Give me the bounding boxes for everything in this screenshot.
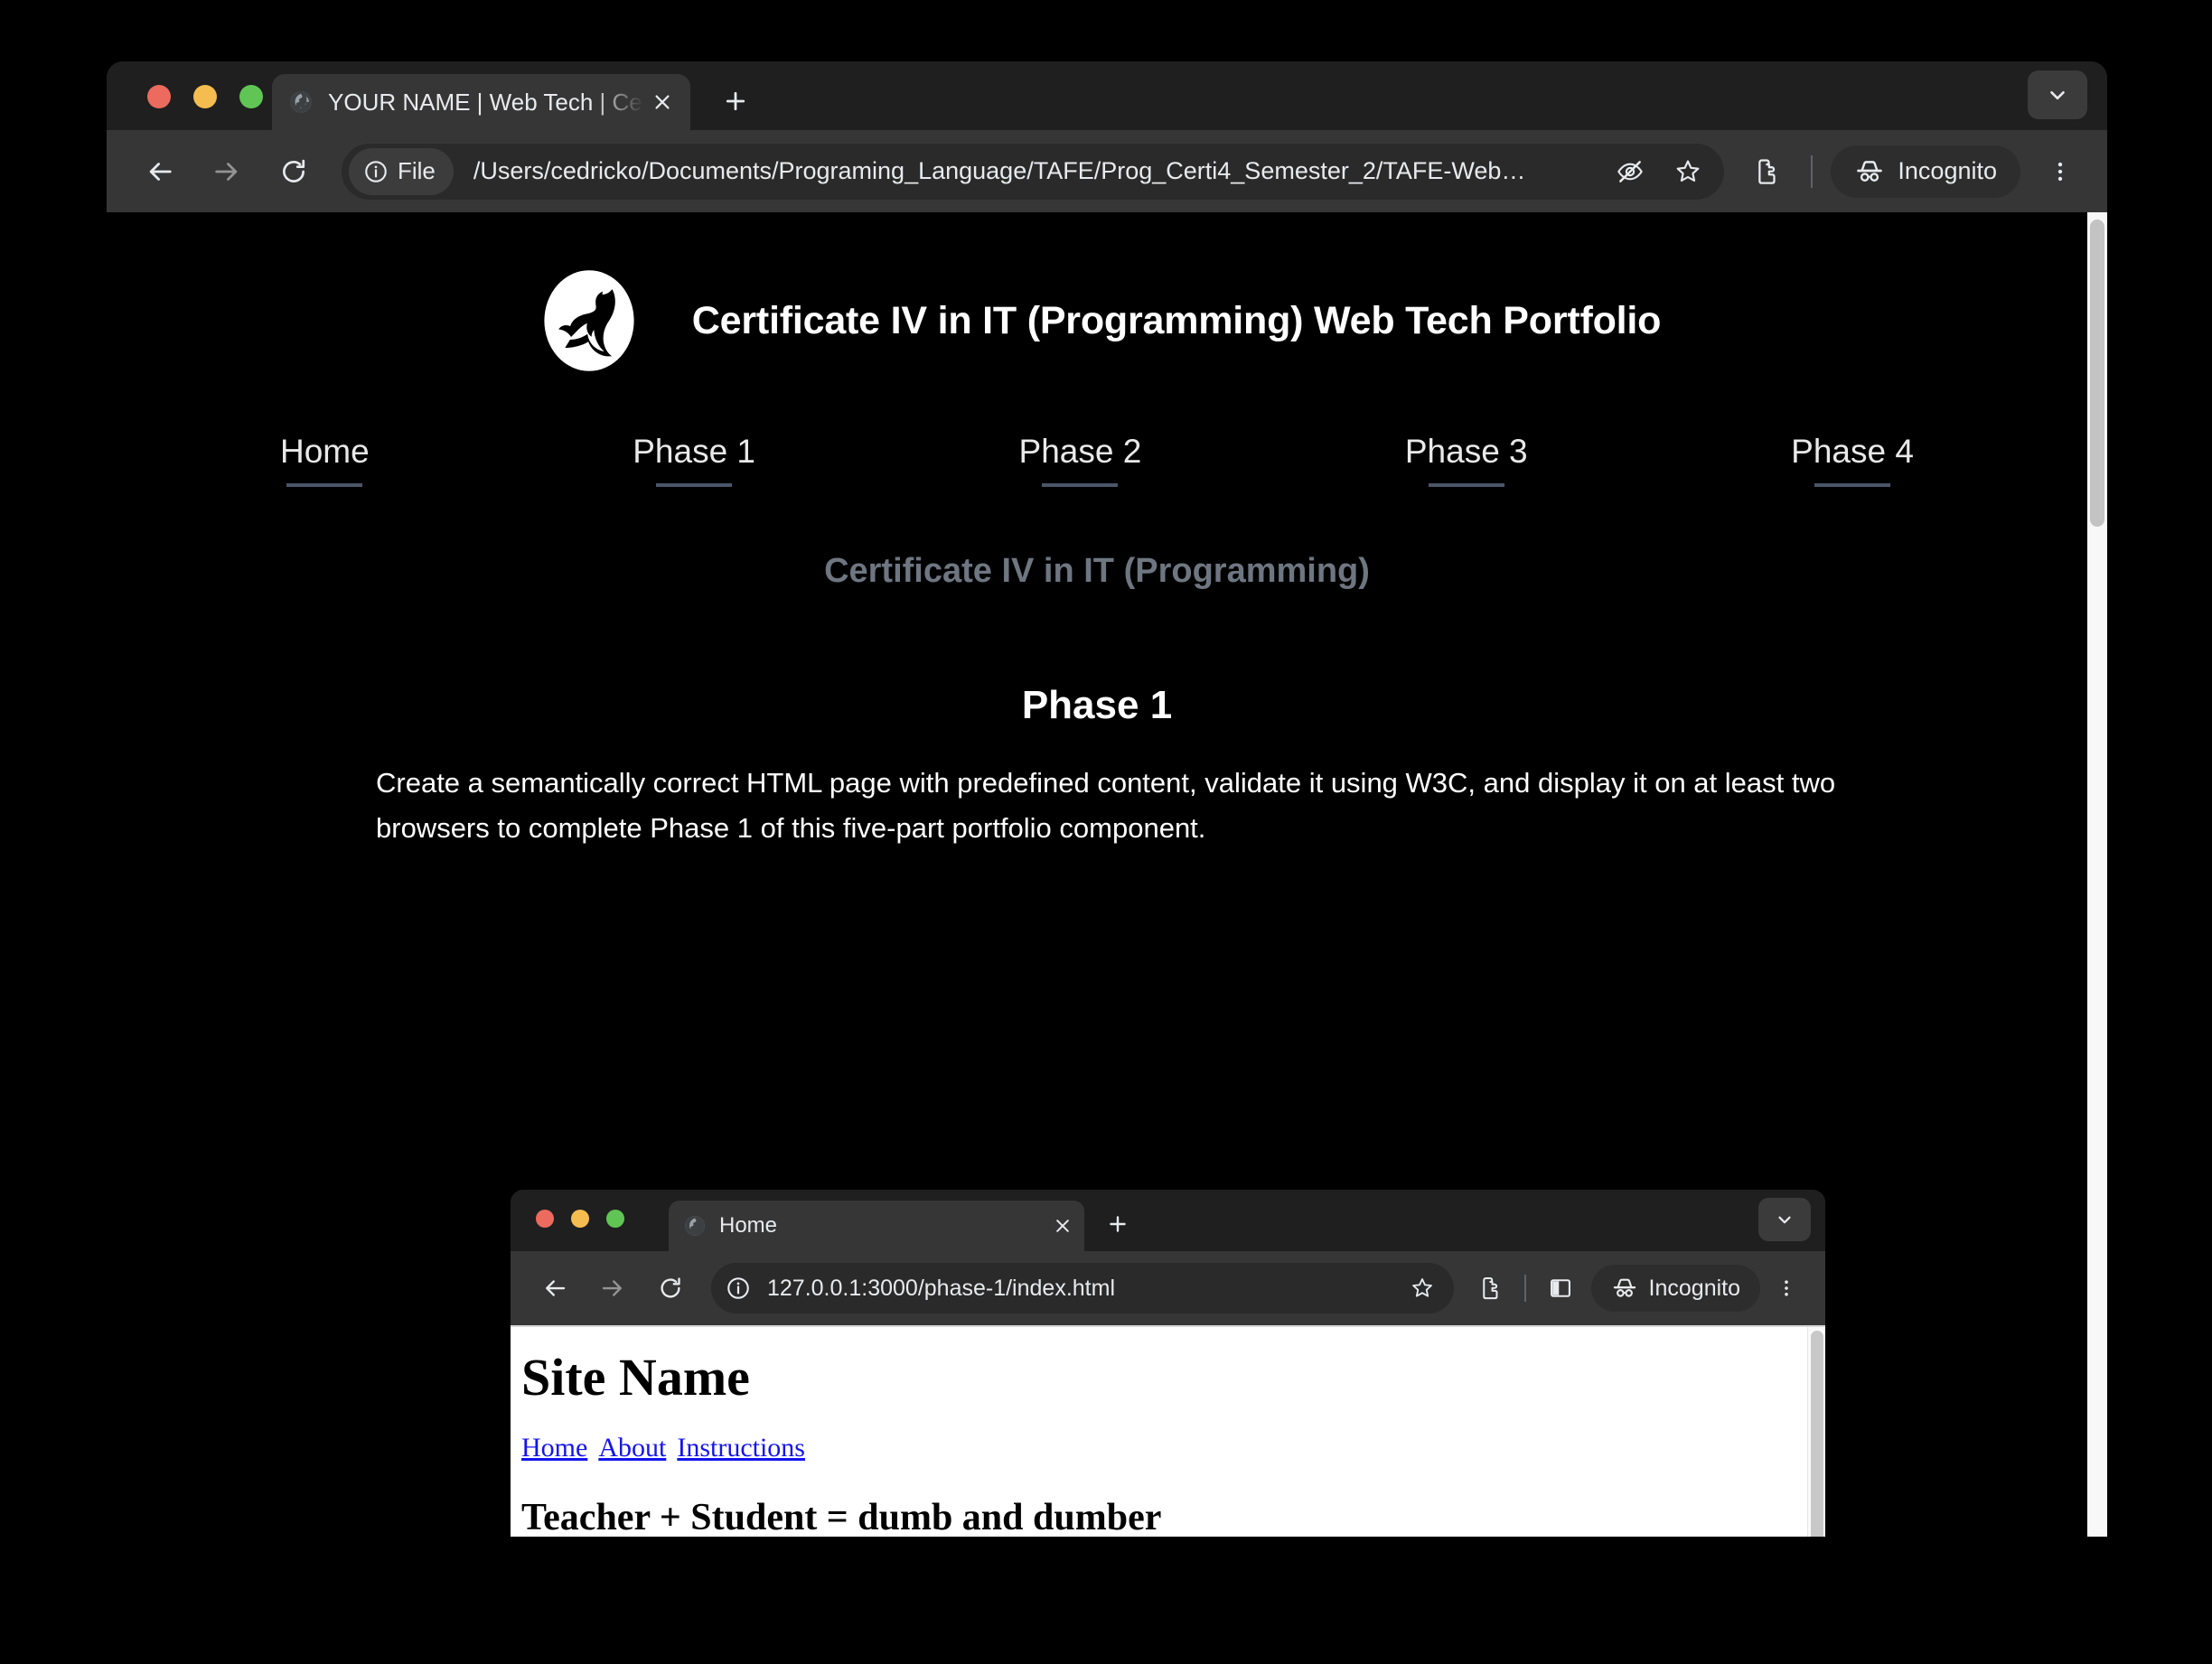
reload-icon[interactable] bbox=[266, 144, 322, 200]
nav-underline bbox=[656, 483, 733, 487]
page-viewport: Certificate IV in IT (Programming) Web T… bbox=[107, 212, 2107, 1537]
tracking-protection-icon[interactable] bbox=[1605, 146, 1655, 197]
nav-item-phase-4[interactable]: Phase 4 bbox=[1791, 433, 1914, 487]
nav-underline bbox=[286, 483, 363, 487]
nav-label: Home bbox=[280, 433, 370, 470]
incognito-label: Incognito bbox=[1898, 157, 1997, 184]
nav-item-phase-3[interactable]: Phase 3 bbox=[1405, 433, 1528, 487]
tab-search-button[interactable] bbox=[2028, 70, 2087, 119]
nav-underline bbox=[1428, 483, 1504, 487]
embedded-site-name: Site Name bbox=[521, 1348, 750, 1407]
bookmark-star-icon[interactable] bbox=[1663, 146, 1713, 197]
embedded-toolbar-actions: Incognito bbox=[1467, 1265, 1825, 1312]
embedded-close-window-button bbox=[536, 1210, 554, 1228]
incognito-indicator[interactable]: Incognito bbox=[1831, 145, 2020, 198]
site-navigation: Home Phase 1 Phase 2 Phase 3 Phase 4 bbox=[107, 377, 2087, 487]
nav-label: Phase 2 bbox=[1018, 433, 1142, 470]
site-header: Certificate IV in IT (Programming) Web T… bbox=[107, 212, 2087, 377]
embedded-incognito-icon bbox=[1613, 1278, 1636, 1297]
nav-item-home[interactable]: Home bbox=[280, 433, 370, 487]
browser-menu-icon[interactable] bbox=[2037, 145, 2084, 198]
info-icon bbox=[365, 160, 387, 182]
embedded-side-panel-icon bbox=[1537, 1265, 1584, 1312]
embedded-browser-menu-icon bbox=[1766, 1265, 1807, 1312]
window-controls bbox=[147, 85, 263, 108]
embedded-tab-search-icon bbox=[1758, 1198, 1811, 1241]
embedded-tab-title: Home bbox=[719, 1213, 778, 1238]
nav-label: Phase 1 bbox=[633, 433, 756, 470]
embedded-extensions-icon bbox=[1467, 1265, 1514, 1312]
globe-icon bbox=[683, 1214, 707, 1238]
nav-label: Phase 3 bbox=[1404, 433, 1528, 470]
embedded-maximize-window-button bbox=[606, 1210, 624, 1228]
embedded-forward-arrow-icon bbox=[588, 1264, 637, 1313]
tab-strip: YOUR NAME | Web Tech | Cer bbox=[107, 61, 2107, 130]
embedded-incognito-label: Incognito bbox=[1648, 1275, 1740, 1301]
embedded-screenshot: Home 127.0.0.1:3000/phase-1/index.html I… bbox=[511, 1190, 1825, 1537]
embedded-new-tab-icon bbox=[1098, 1204, 1138, 1244]
embedded-incognito-indicator: Incognito bbox=[1590, 1265, 1760, 1312]
page-scrollbar-thumb[interactable] bbox=[2090, 220, 2104, 527]
embedded-tab-strip: Home bbox=[511, 1190, 1825, 1251]
embedded-link-home: Home bbox=[521, 1433, 588, 1463]
embedded-page-viewport: Site Name Home About Instructions Teacher … bbox=[511, 1325, 1825, 1537]
page-scrollbar[interactable] bbox=[2087, 212, 2107, 1537]
embedded-nav-links: Home About Instructions bbox=[521, 1433, 1825, 1463]
embedded-url: 127.0.0.1:3000/phase-1/index.html bbox=[767, 1275, 1115, 1301]
phase-description: Create a semantically correct HTML page … bbox=[376, 767, 1836, 845]
toolbar-divider bbox=[1811, 154, 1814, 188]
incognito-icon bbox=[1857, 160, 1883, 182]
embedded-link-about: About bbox=[598, 1433, 667, 1463]
close-window-button[interactable] bbox=[147, 85, 171, 108]
embedded-info-icon bbox=[726, 1276, 751, 1301]
embedded-scrollbar bbox=[1807, 1327, 1825, 1537]
nav-underline bbox=[1814, 483, 1891, 487]
howling-wolf-moon-logo bbox=[533, 265, 645, 377]
embedded-toolbar-divider bbox=[1523, 1275, 1526, 1302]
embedded-address-bar: 127.0.0.1:3000/phase-1/index.html bbox=[711, 1263, 1454, 1313]
embedded-bookmark-star-icon bbox=[1400, 1266, 1445, 1311]
embedded-close-tab-icon bbox=[1054, 1217, 1072, 1235]
address-bar-url: /Users/cedricko/Documents/Programing_Lan… bbox=[473, 157, 1526, 184]
embedded-page-content: Site Name Home About Instructions Teacher … bbox=[511, 1327, 1825, 1537]
embedded-minimize-window-button bbox=[571, 1210, 589, 1228]
extensions-icon[interactable] bbox=[1740, 145, 1793, 198]
tab-title: YOUR NAME | Web Tech | Cer bbox=[328, 88, 647, 116]
maximize-window-button[interactable] bbox=[239, 85, 263, 108]
embedded-toolbar: 127.0.0.1:3000/phase-1/index.html Incogn… bbox=[511, 1251, 1825, 1325]
nav-underline bbox=[1042, 483, 1119, 487]
browser-tab[interactable]: YOUR NAME | Web Tech | Cer bbox=[272, 74, 690, 130]
browser-window: YOUR NAME | Web Tech | Cer File /Users/c… bbox=[107, 61, 2107, 1537]
new-tab-button[interactable] bbox=[714, 79, 757, 123]
close-tab-button[interactable] bbox=[647, 87, 678, 117]
nav-item-phase-2[interactable]: Phase 2 bbox=[1018, 433, 1142, 487]
embedded-scrollbar-thumb bbox=[1811, 1331, 1823, 1537]
nav-item-phase-1[interactable]: Phase 1 bbox=[633, 433, 755, 487]
embedded-link-instructions: Instructions bbox=[677, 1433, 805, 1463]
embedded-reload-icon bbox=[646, 1264, 695, 1313]
embedded-article-heading: Teacher + Student = dumb and dumber bbox=[521, 1497, 1162, 1537]
embedded-browser-tab: Home bbox=[669, 1201, 1084, 1251]
back-arrow-icon[interactable] bbox=[132, 144, 188, 200]
address-bar[interactable]: File /Users/cedricko/Documents/Programin… bbox=[342, 143, 1725, 200]
browser-toolbar: File /Users/cedricko/Documents/Programin… bbox=[107, 130, 2107, 212]
site-chip-label: File bbox=[398, 157, 436, 184]
nav-label: Phase 4 bbox=[1791, 433, 1914, 470]
embedded-window-controls bbox=[536, 1210, 624, 1228]
course-subheading: Certificate IV in IT (Programming) bbox=[824, 552, 1370, 590]
page-title: Certificate IV in IT (Programming) Web T… bbox=[691, 298, 1662, 342]
site-info-chip[interactable]: File bbox=[349, 147, 454, 195]
forward-arrow-icon[interactable] bbox=[199, 144, 255, 200]
phase-heading: Phase 1 bbox=[1021, 683, 1173, 727]
globe-icon bbox=[288, 89, 314, 115]
toolbar-actions: Incognito bbox=[1740, 145, 2107, 198]
embedded-back-arrow-icon bbox=[530, 1264, 579, 1313]
minimize-window-button[interactable] bbox=[193, 85, 217, 108]
